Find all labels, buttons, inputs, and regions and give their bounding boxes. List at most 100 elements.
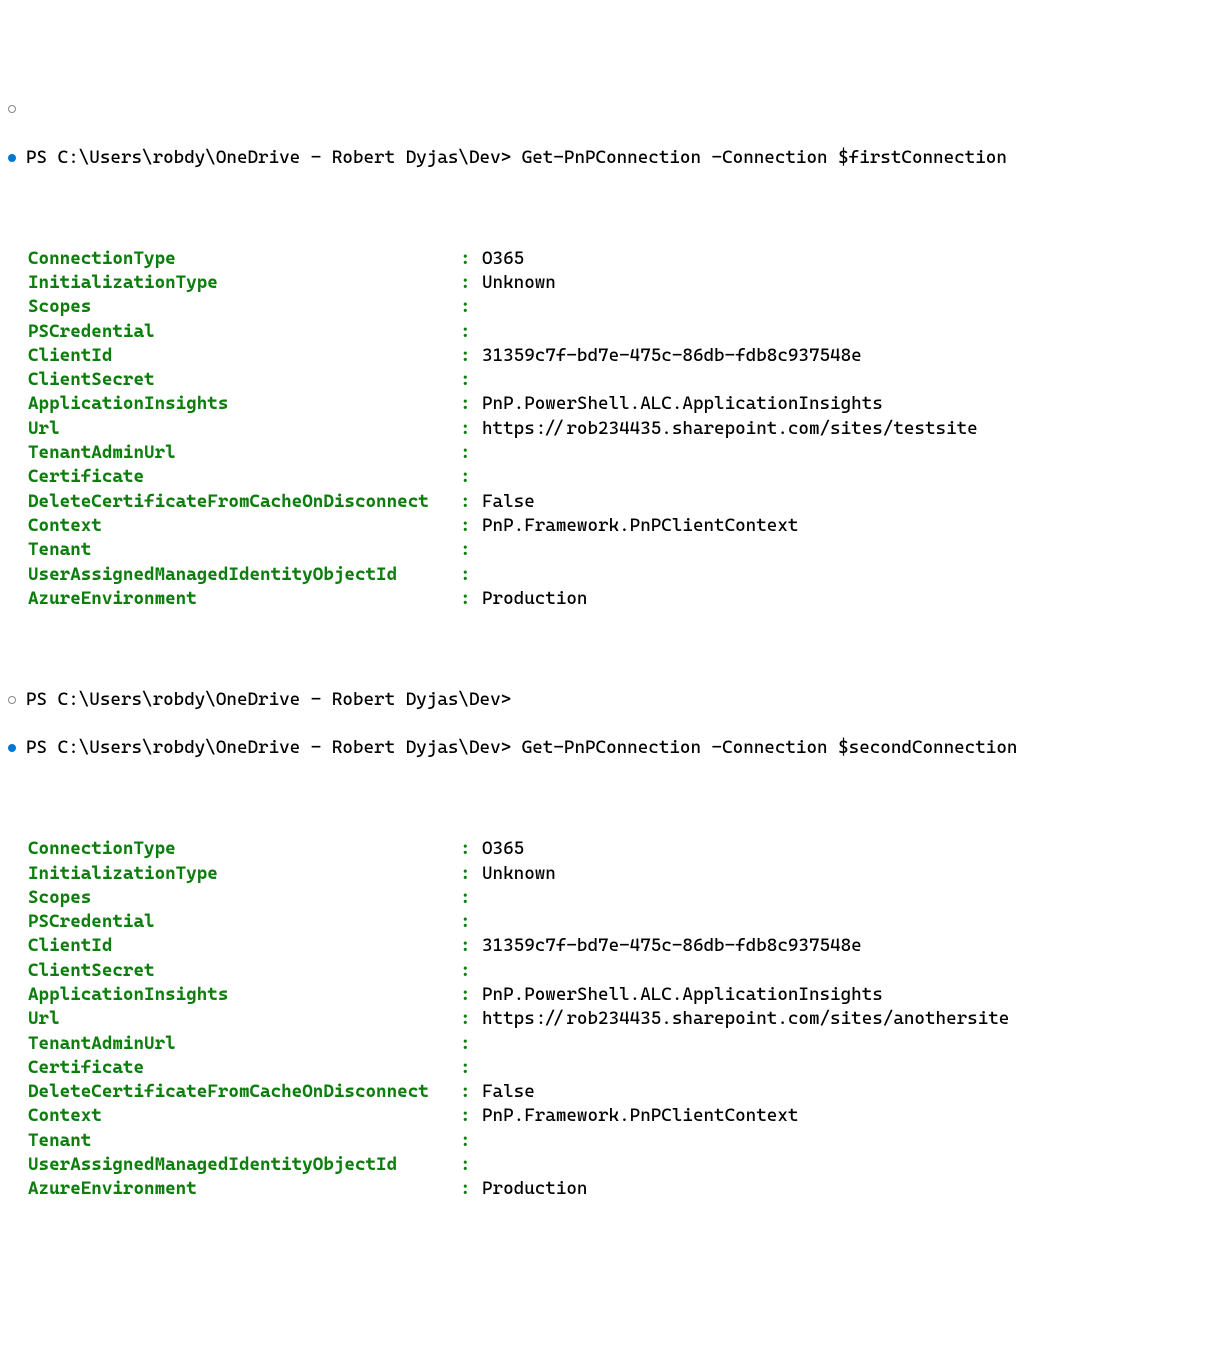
output-key: ApplicationInsights bbox=[28, 392, 460, 416]
output-block-2: ConnectionType:O365InitializationType:Un… bbox=[0, 837, 1213, 1201]
colon: : bbox=[460, 1129, 482, 1153]
output-key: ClientSecret bbox=[28, 368, 460, 392]
output-row: Url:https://rob234435.sharepoint.com/sit… bbox=[0, 417, 1213, 441]
output-row: UserAssignedManagedIdentityObjectId: bbox=[0, 1153, 1213, 1177]
output-key: TenantAdminUrl bbox=[28, 1032, 460, 1056]
terminal-prompt-line[interactable]: PS C:\Users\robdy\OneDrive - Robert Dyja… bbox=[0, 736, 1213, 760]
colon: : bbox=[460, 837, 482, 861]
output-key: Certificate bbox=[28, 465, 460, 489]
output-key: Url bbox=[28, 417, 460, 441]
output-key: ClientId bbox=[28, 934, 460, 958]
colon: : bbox=[460, 1104, 482, 1128]
command-text: Get-PnPConnection -Connection $secondCon… bbox=[522, 737, 1018, 758]
output-key: PSCredential bbox=[28, 320, 460, 344]
prompt-path: PS C:\Users\robdy\OneDrive - Robert Dyja… bbox=[26, 147, 511, 168]
output-row: Context:PnP.Framework.PnPClientContext bbox=[0, 1104, 1213, 1128]
colon: : bbox=[460, 910, 482, 934]
terminal-prompt-line[interactable]: PS C:\Users\robdy\OneDrive - Robert Dyja… bbox=[0, 146, 1213, 170]
colon: : bbox=[460, 886, 482, 910]
output-row: ClientSecret: bbox=[0, 959, 1213, 983]
bullet-icon bbox=[8, 696, 16, 704]
output-key: ConnectionType bbox=[28, 837, 460, 861]
output-row: Url:https://rob234435.sharepoint.com/sit… bbox=[0, 1007, 1213, 1031]
output-row: ClientId:31359c7f-bd7e-475c-86db-fdb8c93… bbox=[0, 344, 1213, 368]
output-row: ConnectionType:O365 bbox=[0, 247, 1213, 271]
colon: : bbox=[460, 1080, 482, 1104]
output-key: Scopes bbox=[28, 886, 460, 910]
output-key: ConnectionType bbox=[28, 247, 460, 271]
output-key: UserAssignedManagedIdentityObjectId bbox=[28, 563, 460, 587]
output-key: PSCredential bbox=[28, 910, 460, 934]
output-row: PSCredential: bbox=[0, 910, 1213, 934]
colon: : bbox=[460, 1007, 482, 1031]
output-row: TenantAdminUrl: bbox=[0, 1032, 1213, 1056]
colon: : bbox=[460, 417, 482, 441]
output-block-1: ConnectionType:O365InitializationType:Un… bbox=[0, 247, 1213, 611]
colon: : bbox=[460, 247, 482, 271]
output-value: False bbox=[482, 490, 535, 514]
output-value: False bbox=[482, 1080, 535, 1104]
colon: : bbox=[460, 490, 482, 514]
output-key: TenantAdminUrl bbox=[28, 441, 460, 465]
output-key: AzureEnvironment bbox=[28, 587, 460, 611]
output-row: Certificate: bbox=[0, 465, 1213, 489]
output-row: Scopes: bbox=[0, 295, 1213, 319]
output-value: PnP.PowerShell.ALC.ApplicationInsights bbox=[482, 983, 883, 1007]
bullet-icon bbox=[8, 744, 16, 752]
output-value: PnP.Framework.PnPClientContext bbox=[482, 514, 798, 538]
output-key: UserAssignedManagedIdentityObjectId bbox=[28, 1153, 460, 1177]
output-value: PnP.Framework.PnPClientContext bbox=[482, 1104, 798, 1128]
colon: : bbox=[460, 1153, 482, 1177]
output-row: PSCredential: bbox=[0, 320, 1213, 344]
output-row: ConnectionType:O365 bbox=[0, 837, 1213, 861]
output-value: https://rob234435.sharepoint.com/sites/t… bbox=[482, 417, 978, 441]
output-row: Certificate: bbox=[0, 1056, 1213, 1080]
output-row: UserAssignedManagedIdentityObjectId: bbox=[0, 563, 1213, 587]
colon: : bbox=[460, 1056, 482, 1080]
colon: : bbox=[460, 983, 482, 1007]
output-key: InitializationType bbox=[28, 862, 460, 886]
colon: : bbox=[460, 1177, 482, 1201]
output-value: Unknown bbox=[482, 862, 556, 886]
colon: : bbox=[460, 514, 482, 538]
output-row: AzureEnvironment:Production bbox=[0, 587, 1213, 611]
output-key: Tenant bbox=[28, 1129, 460, 1153]
output-key: Context bbox=[28, 1104, 460, 1128]
output-key: Certificate bbox=[28, 1056, 460, 1080]
output-row: ClientId:31359c7f-bd7e-475c-86db-fdb8c93… bbox=[0, 934, 1213, 958]
command-text: Get-PnPConnection -Connection $firstConn… bbox=[522, 147, 1007, 168]
colon: : bbox=[460, 320, 482, 344]
colon: : bbox=[460, 959, 482, 983]
output-row: DeleteCertificateFromCacheOnDisconnect:F… bbox=[0, 1080, 1213, 1104]
colon: : bbox=[460, 934, 482, 958]
colon: : bbox=[460, 563, 482, 587]
output-value: Unknown bbox=[482, 271, 556, 295]
output-row: AzureEnvironment:Production bbox=[0, 1177, 1213, 1201]
terminal-prompt-line-empty[interactable]: PS C:\Users\robdy\OneDrive - Robert Dyja… bbox=[0, 688, 1213, 712]
output-row: TenantAdminUrl: bbox=[0, 441, 1213, 465]
colon: : bbox=[460, 295, 482, 319]
output-key: DeleteCertificateFromCacheOnDisconnect bbox=[28, 1080, 460, 1104]
output-row: Tenant: bbox=[0, 538, 1213, 562]
colon: : bbox=[460, 587, 482, 611]
output-value: 31359c7f-bd7e-475c-86db-fdb8c937548e bbox=[482, 934, 862, 958]
output-key: Context bbox=[28, 514, 460, 538]
output-value: PnP.PowerShell.ALC.ApplicationInsights bbox=[482, 392, 883, 416]
output-row: DeleteCertificateFromCacheOnDisconnect:F… bbox=[0, 490, 1213, 514]
prompt-path: PS C:\Users\robdy\OneDrive - Robert Dyja… bbox=[26, 688, 511, 712]
output-key: Tenant bbox=[28, 538, 460, 562]
output-row: InitializationType:Unknown bbox=[0, 271, 1213, 295]
colon: : bbox=[460, 862, 482, 886]
output-key: ClientSecret bbox=[28, 959, 460, 983]
output-row: Context:PnP.Framework.PnPClientContext bbox=[0, 514, 1213, 538]
colon: : bbox=[460, 465, 482, 489]
colon: : bbox=[460, 368, 482, 392]
output-row: Tenant: bbox=[0, 1129, 1213, 1153]
output-row: Scopes: bbox=[0, 886, 1213, 910]
colon: : bbox=[460, 271, 482, 295]
output-key: InitializationType bbox=[28, 271, 460, 295]
output-value: O365 bbox=[482, 247, 524, 271]
output-key: DeleteCertificateFromCacheOnDisconnect bbox=[28, 490, 460, 514]
output-value: O365 bbox=[482, 837, 524, 861]
output-key: ClientId bbox=[28, 344, 460, 368]
